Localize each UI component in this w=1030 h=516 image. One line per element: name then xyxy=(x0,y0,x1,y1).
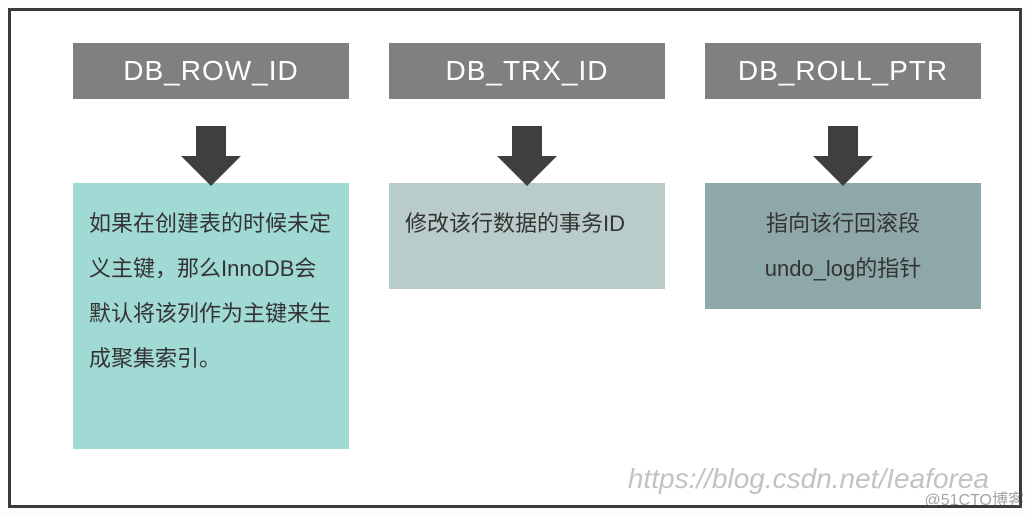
description-text: 修改该行数据的事务ID xyxy=(405,211,625,236)
columns-container: DB_ROW_ID 如果在创建表的时候未定义主键，那么InnoDB会默认将该列作… xyxy=(11,11,1019,481)
header-label: DB_ROW_ID xyxy=(123,55,298,87)
diagram-frame: DB_ROW_ID 如果在创建表的时候未定义主键，那么InnoDB会默认将该列作… xyxy=(8,8,1022,508)
header-label: DB_TRX_ID xyxy=(445,55,608,87)
arrow-container xyxy=(196,101,226,181)
description-box: 指向该行回滚段undo_log的指针 xyxy=(703,181,983,311)
column-db-roll-ptr: DB_ROLL_PTR 指向该行回滚段undo_log的指针 xyxy=(703,41,983,451)
header-box: DB_ROLL_PTR xyxy=(703,41,983,101)
arrow-down-icon xyxy=(828,126,858,156)
diagram-canvas: DB_ROW_ID 如果在创建表的时候未定义主键，那么InnoDB会默认将该列作… xyxy=(0,0,1030,516)
arrow-down-icon xyxy=(512,126,542,156)
column-db-row-id: DB_ROW_ID 如果在创建表的时候未定义主键，那么InnoDB会默认将该列作… xyxy=(71,41,351,451)
description-box: 修改该行数据的事务ID xyxy=(387,181,667,291)
arrow-container xyxy=(828,101,858,181)
header-box: DB_ROW_ID xyxy=(71,41,351,101)
arrow-down-icon xyxy=(196,126,226,156)
arrow-container xyxy=(512,101,542,181)
description-box: 如果在创建表的时候未定义主键，那么InnoDB会默认将该列作为主键来生成聚集索引… xyxy=(71,181,351,451)
column-db-trx-id: DB_TRX_ID 修改该行数据的事务ID xyxy=(387,41,667,451)
header-box: DB_TRX_ID xyxy=(387,41,667,101)
description-text: 指向该行回滚段undo_log的指针 xyxy=(765,211,922,281)
description-text: 如果在创建表的时候未定义主键，那么InnoDB会默认将该列作为主键来生成聚集索引… xyxy=(89,211,331,371)
header-label: DB_ROLL_PTR xyxy=(738,55,948,87)
